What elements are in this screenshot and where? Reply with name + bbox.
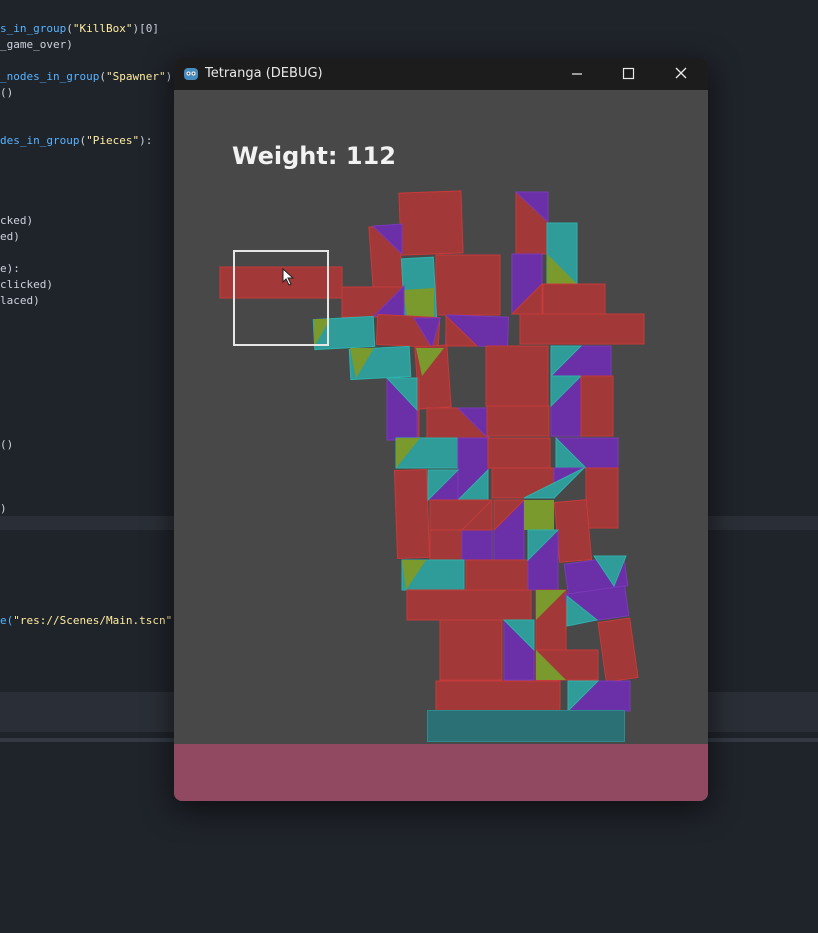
code-line: cked) (0, 214, 34, 227)
code-line: _nodes_in_group("Spawner") (0, 70, 173, 83)
code-line: laced) (0, 294, 40, 307)
code-line: ) (0, 502, 7, 515)
block-tower: .r{fill:#a33838;stroke:#c63a3a;stroke-wi… (219, 190, 645, 713)
code-line: ed) (0, 230, 20, 243)
code-line: des_in_group("Pieces"): (0, 134, 153, 147)
game-viewport[interactable]: Weight: 112 .r{fill:#a33838;stroke:#c63a… (174, 90, 708, 801)
mouse-cursor-icon (282, 268, 295, 286)
minimize-button[interactable] (554, 58, 600, 90)
code-line: _game_over) (0, 38, 73, 51)
code-line: () (0, 86, 14, 99)
close-icon (675, 67, 687, 79)
maximize-icon (622, 67, 635, 80)
code-line: e("res://Scenes/Main.tscn" (0, 614, 173, 627)
code-line: clicked) (0, 278, 53, 291)
ground (174, 744, 708, 801)
window-title: Tetranga (DEBUG) (205, 66, 323, 81)
minimize-icon (572, 73, 582, 75)
game-window[interactable]: Tetranga (DEBUG) Weight: 112 .r{fill:#a3… (174, 58, 708, 801)
close-button[interactable] (658, 58, 704, 90)
code-line: () (0, 438, 14, 451)
code-line: e): (0, 262, 20, 275)
godot-icon (184, 68, 198, 80)
spawn-preview-box[interactable] (233, 250, 329, 346)
code-line: s_in_group("KillBox")[0] (0, 22, 159, 35)
title-bar[interactable]: Tetranga (DEBUG) (174, 58, 708, 90)
base-platform (427, 710, 625, 742)
maximize-button[interactable] (605, 58, 651, 90)
